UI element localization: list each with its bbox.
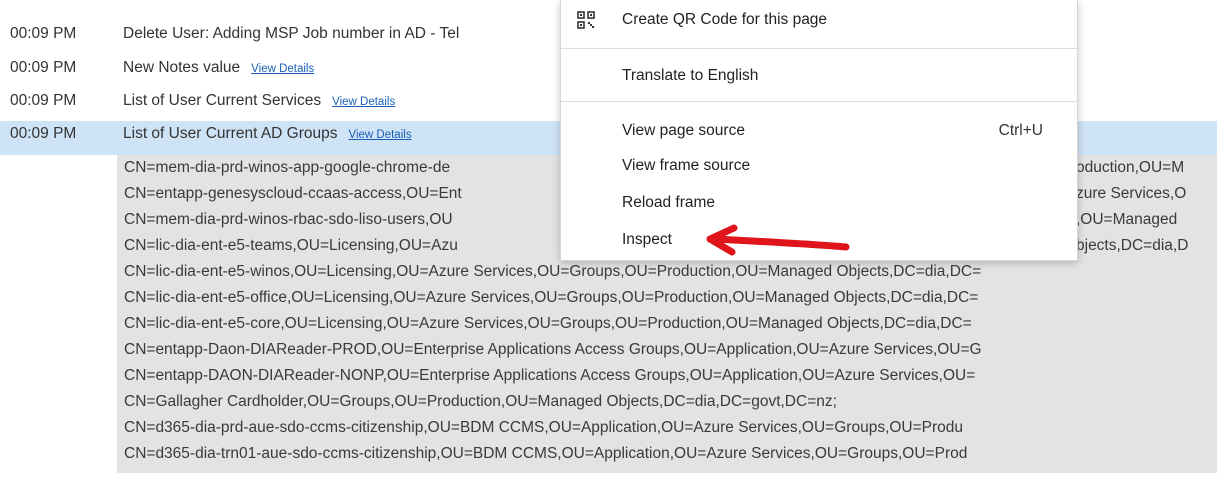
ad-group-line: CN=lic-dia-ent-e5-office,OU=Licensing,OU… (124, 289, 979, 306)
ad-group-line-tail: zure Services,O (1076, 181, 1217, 207)
menu-item-create-qr-code[interactable]: Create QR Code for this page (561, 2, 1077, 38)
menu-item-shortcut: Ctrl+U (998, 122, 1043, 139)
menu-separator (561, 48, 1077, 49)
ad-group-line: CN=lic-dia-ent-e5-core,OU=Licensing,OU=A… (124, 315, 972, 332)
ad-group-line: CN=lic-dia-ent-e5-winos,OU=Licensing,OU=… (124, 263, 982, 280)
view-details-link[interactable]: View Details (349, 129, 412, 141)
ad-group-line-tail: bjects,DC=dia,D (1076, 233, 1217, 259)
log-time: 00:09 PM (10, 59, 77, 76)
menu-separator (561, 101, 1077, 102)
ad-group-line: CN=Gallagher Cardholder,OU=Groups,OU=Pro… (124, 393, 837, 410)
menu-item-label: View frame source (622, 157, 751, 174)
log-time: 00:09 PM (10, 125, 77, 142)
menu-item-label: Create QR Code for this page (622, 11, 828, 28)
log-time: 00:09 PM (10, 92, 77, 109)
log-text: List of User Current AD Groups View Detai… (123, 121, 412, 148)
log-text-label: New Notes value (123, 59, 241, 76)
log-text: Delete User: Adding MSP Job number in AD… (123, 25, 460, 42)
menu-item-label: Reload frame (622, 194, 716, 211)
menu-item-label: View page source (622, 122, 745, 139)
menu-item-view-frame-source[interactable]: View frame source (561, 148, 1077, 184)
log-text: New Notes value View Details (123, 55, 314, 82)
red-arrow-annotation (706, 224, 850, 256)
ad-group-line: CN=entapp-DAON-DIAReader-NONP,OU=Enterpr… (124, 367, 976, 384)
menu-item-label: Inspect (622, 231, 672, 248)
log-text-label: List of User Current AD Groups (123, 125, 338, 142)
log-text: List of User Current Services View Detail… (123, 88, 395, 115)
menu-item-translate[interactable]: Translate to English (561, 58, 1077, 94)
view-details-link[interactable]: View Details (251, 63, 314, 75)
qr-code-icon (577, 11, 595, 29)
ad-group-line-tail: ,OU=Managed (1076, 207, 1217, 233)
log-text-label: List of User Current Services (123, 92, 322, 109)
log-time: 00:09 PM (10, 25, 77, 42)
ad-group-line: CN=d365-dia-trn01-aue-sdo-ccms-citizensh… (124, 445, 968, 462)
menu-item-label: Translate to English (622, 67, 759, 84)
ad-group-line: CN=d365-dia-prd-aue-sdo-ccms-citizenship… (124, 419, 964, 436)
menu-item-reload-frame[interactable]: Reload frame (561, 185, 1077, 221)
ad-group-line: CN=entapp-Daon-DIAReader-PROD,OU=Enterpr… (124, 341, 982, 358)
ad-group-line-tail: oduction,OU=M (1076, 155, 1217, 181)
view-details-link[interactable]: View Details (332, 96, 395, 108)
menu-item-view-page-source[interactable]: View page source Ctrl+U (561, 113, 1077, 149)
